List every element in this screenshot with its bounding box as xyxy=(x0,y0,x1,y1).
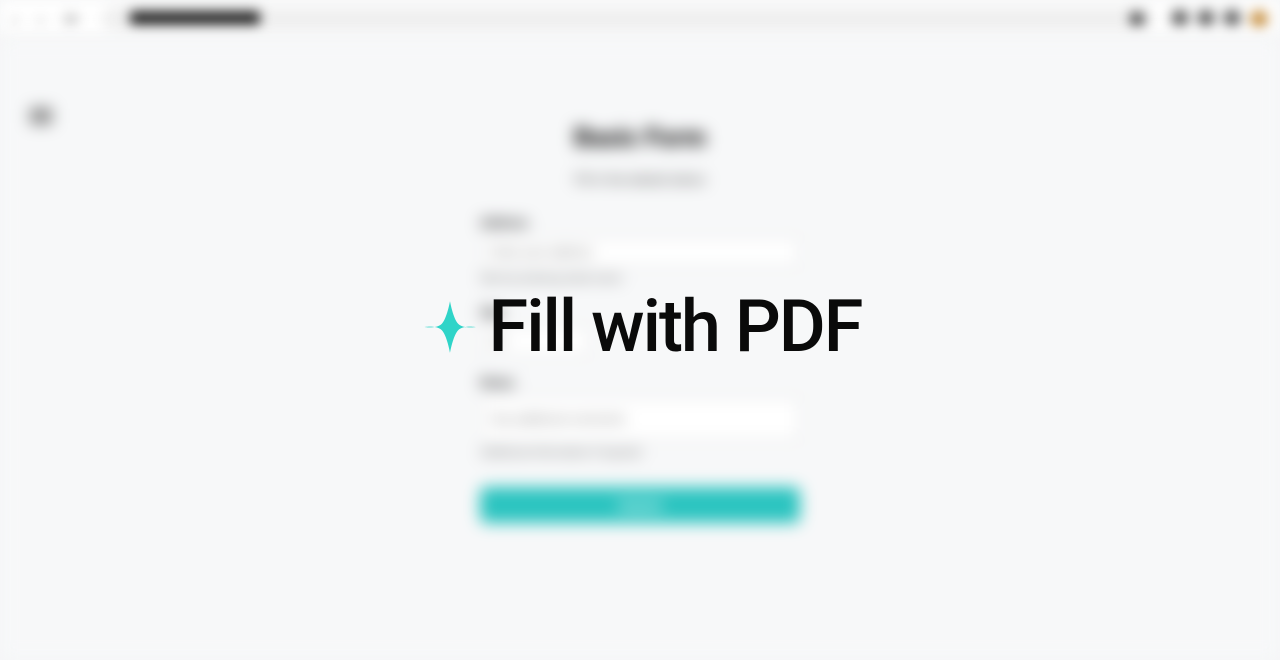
form-group: Address Start by entering street name xyxy=(480,216,800,285)
forward-icon: › xyxy=(38,10,56,28)
submit-button: Submit xyxy=(480,487,800,523)
field-label: Notes xyxy=(480,376,800,391)
extension-icon xyxy=(1198,10,1214,26)
form-subtitle: Fill in the details below xyxy=(480,173,800,188)
url-action-blur xyxy=(1130,12,1144,26)
form-title: Basic Form xyxy=(480,123,800,153)
avatar xyxy=(1250,10,1268,28)
extension-icon xyxy=(1172,10,1188,26)
sparkle-icon xyxy=(419,296,481,358)
form-group: Notes Additional information if required xyxy=(480,376,800,459)
nav-controls: ‹ › ⟳ xyxy=(12,10,82,28)
overlay-content[interactable]: Fill with PDF xyxy=(419,291,862,363)
overlay-text: Fill with PDF xyxy=(489,291,862,363)
url-text-blur xyxy=(130,11,260,25)
browser-chrome: ‹ › ⟳ xyxy=(0,0,1280,38)
notes-field xyxy=(480,397,800,441)
back-icon: ‹ xyxy=(12,10,30,28)
menu-icon xyxy=(1224,10,1240,26)
address-field xyxy=(480,237,800,267)
field-label: Address xyxy=(480,216,800,231)
url-bar xyxy=(102,6,1154,32)
reload-icon: ⟳ xyxy=(64,10,82,28)
chrome-right-icons xyxy=(1172,10,1268,28)
hamburger-icon xyxy=(30,108,52,124)
field-hint: Additional information if required xyxy=(480,446,800,459)
